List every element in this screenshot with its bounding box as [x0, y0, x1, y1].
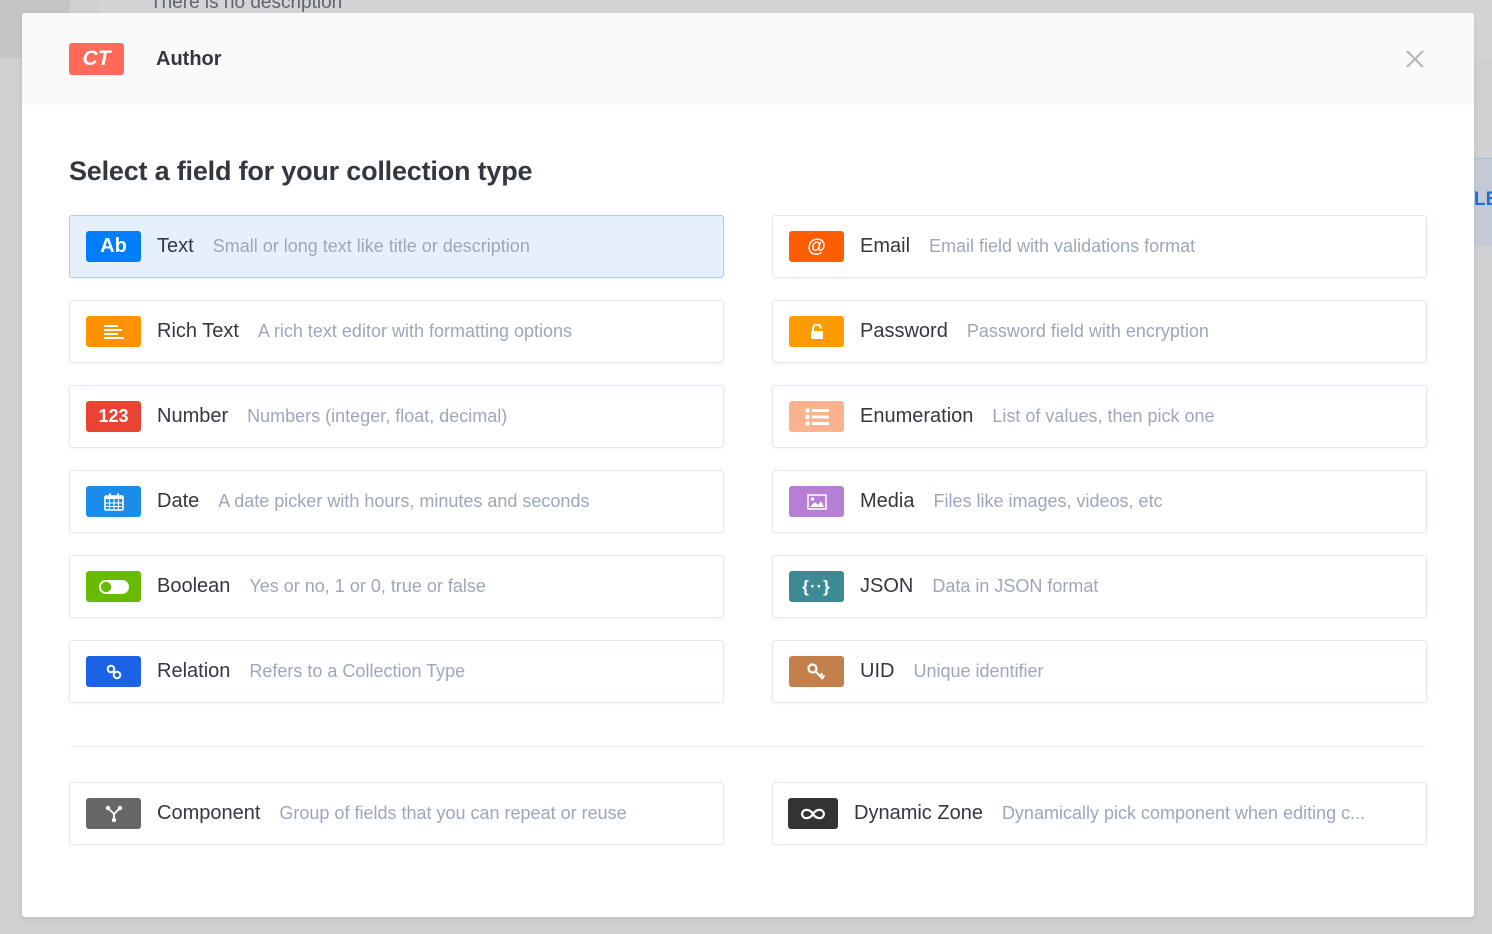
field-option-date[interactable]: Date A date picker with hours, minutes a…	[69, 470, 724, 533]
modal-title: Author	[156, 47, 222, 70]
field-description: A rich text editor with formatting optio…	[257, 321, 573, 341]
field-description: Unique identifier	[913, 661, 1044, 681]
field-name: Date	[157, 490, 200, 512]
field-name: Dynamic Zone	[854, 802, 983, 824]
field-name: Text	[157, 235, 194, 257]
field-option-number[interactable]: 123 Number Numbers (integer, float, deci…	[69, 385, 724, 448]
at-sign-icon: @	[789, 231, 844, 262]
image-icon	[789, 486, 844, 517]
field-description: Small or long text like title or descrip…	[212, 236, 530, 256]
close-button[interactable]	[1402, 46, 1428, 72]
field-name: Relation	[157, 660, 231, 682]
content-type-badge: CT	[69, 43, 124, 75]
field-option-json[interactable]: {··} JSON Data in JSON format	[772, 555, 1427, 618]
field-name: Password	[860, 320, 948, 342]
field-option-boolean[interactable]: Boolean Yes or no, 1 or 0, true or false	[69, 555, 724, 618]
field-description: Data in JSON format	[932, 576, 1099, 596]
field-option-relation[interactable]: Relation Refers to a Collection Type	[69, 640, 724, 703]
field-name: Enumeration	[860, 405, 974, 427]
toggle-icon	[86, 571, 141, 602]
field-description: Refers to a Collection Type	[249, 661, 466, 681]
calendar-icon	[86, 486, 141, 517]
field-option-richtext[interactable]: Rich Text A rich text editor with format…	[69, 300, 724, 363]
field-option-enumeration[interactable]: Enumeration List of values, then pick on…	[772, 385, 1427, 448]
background-right-button: LE	[1474, 158, 1492, 246]
background-right-button-label: LE	[1474, 189, 1492, 210]
field-option-component[interactable]: Component Group of fields that you can r…	[69, 782, 724, 845]
background-description: There is no description	[150, 0, 343, 13]
field-description: Password field with encryption	[966, 321, 1209, 341]
field-option-password[interactable]: Password Password field with encryption	[772, 300, 1427, 363]
select-field-modal: CT Author Select a field for your collec…	[22, 13, 1474, 917]
text-ab-icon: Ab	[86, 231, 141, 262]
modal-body: Select a field for your collection type …	[22, 156, 1474, 845]
field-option-dynamic-zone[interactable]: Dynamic Zone Dynamically pick component …	[772, 782, 1427, 845]
field-option-email[interactable]: @ Email Email field with validations for…	[772, 215, 1427, 278]
modal-header: CT Author	[22, 13, 1474, 105]
field-name: Media	[860, 490, 915, 512]
unlock-icon	[789, 316, 844, 347]
field-description: A date picker with hours, minutes and se…	[218, 491, 590, 511]
section-divider	[69, 746, 1427, 747]
braces-icon: {··}	[789, 571, 844, 602]
extra-field-grid: Component Group of fields that you can r…	[69, 782, 1427, 845]
field-name: Rich Text	[157, 320, 239, 342]
list-icon	[789, 401, 844, 432]
field-name: JSON	[860, 575, 914, 597]
field-description: Files like images, videos, etc	[933, 491, 1163, 511]
field-option-text[interactable]: Ab Text Small or long text like title or…	[69, 215, 724, 278]
field-name: Component	[157, 802, 261, 824]
field-name: UID	[860, 660, 895, 682]
align-left-icon	[86, 316, 141, 347]
field-description: Dynamically pick component when editing …	[1001, 803, 1366, 823]
field-name: Boolean	[157, 575, 231, 597]
component-icon	[86, 798, 141, 829]
field-type-grid: Ab Text Small or long text like title or…	[69, 215, 1427, 703]
link-icon	[86, 656, 141, 687]
field-description: Email field with validations format	[929, 236, 1196, 256]
number-icon: 123	[86, 401, 141, 432]
field-description: List of values, then pick one	[992, 406, 1215, 426]
field-description: Numbers (integer, float, decimal)	[247, 406, 508, 426]
section-title: Select a field for your collection type	[69, 156, 533, 186]
close-icon	[1406, 50, 1424, 68]
field-description: Group of fields that you can repeat or r…	[279, 803, 627, 823]
field-option-media[interactable]: Media Files like images, videos, etc	[772, 470, 1427, 533]
field-option-uid[interactable]: UID Unique identifier	[772, 640, 1427, 703]
field-description: Yes or no, 1 or 0, true or false	[249, 576, 486, 596]
field-name: Email	[860, 235, 911, 257]
infinity-icon	[788, 798, 838, 829]
key-icon	[789, 656, 844, 687]
field-name: Number	[157, 405, 229, 427]
